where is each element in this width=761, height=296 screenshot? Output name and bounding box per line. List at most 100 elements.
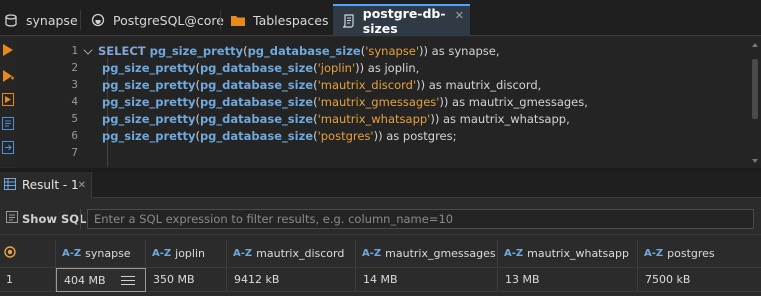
column-header-mautrix-discord[interactable]: A-Z mautrix_discord xyxy=(227,240,356,268)
column-header-label: postgres xyxy=(667,247,715,260)
code-token: pg_size_pretty xyxy=(98,78,196,92)
code-token: pg_size_pretty xyxy=(98,112,196,126)
results-filter-bar: Show SQL Enter a SQL expression to filte… xyxy=(0,203,761,235)
line-number: 3 xyxy=(71,78,78,91)
column-header-label: joplin xyxy=(175,247,205,260)
execute-statement-icon[interactable] xyxy=(2,43,14,56)
code-line: pg_size_pretty(pg_database_size('mautrix… xyxy=(98,77,541,94)
row-number[interactable]: 1 xyxy=(0,268,56,292)
filter-input[interactable]: Enter a SQL expression to filter results… xyxy=(87,209,754,229)
show-sql-button[interactable]: Show SQL xyxy=(6,211,86,226)
code-token: pg_database_size xyxy=(199,78,314,92)
tab-label: Result - 1 xyxy=(22,178,79,192)
text-type-icon: A-Z xyxy=(233,248,253,259)
column-header-mautrix-whatsapp[interactable]: A-Z mautrix_whatsapp xyxy=(498,240,638,268)
code-token: )) as mautrix_discord, xyxy=(416,78,542,92)
tab-synapse[interactable]: synapse xyxy=(4,4,78,36)
execute-in-new-tab-icon[interactable] xyxy=(2,69,14,82)
database-icon xyxy=(4,13,18,27)
folder-icon xyxy=(231,13,245,27)
execute-script-icon[interactable] xyxy=(2,93,14,106)
close-icon[interactable]: ✕ xyxy=(455,9,464,22)
code-token: )) as synapse, xyxy=(419,44,500,58)
column-header-joplin[interactable]: A-Z joplin xyxy=(146,240,227,268)
text-type-icon: A-Z xyxy=(504,248,524,259)
code-token: pg_size_pretty xyxy=(98,95,196,109)
table-cell[interactable]: 14 MB xyxy=(356,268,498,292)
code-token: )) as joplin, xyxy=(355,61,420,75)
plug-icon xyxy=(91,13,105,27)
tab-result-1[interactable]: Result - 1 ✕ xyxy=(0,172,92,198)
fold-chevron-icon[interactable] xyxy=(83,45,93,55)
text-type-icon: A-Z xyxy=(362,248,382,259)
text-type-icon: A-Z xyxy=(62,248,82,259)
results-grid: A-Z synapse A-Z joplin A-Z mautrix_disco… xyxy=(0,240,761,296)
code-token: 'mautrix_discord' xyxy=(317,78,417,92)
code-token: )) as mautrix_gmessages, xyxy=(439,95,588,109)
table-cell[interactable]: 350 MB xyxy=(146,268,227,292)
code-line: pg_size_pretty(pg_database_size('postgre… xyxy=(98,128,457,145)
row-select-icon[interactable] xyxy=(4,246,16,261)
column-header-postgres[interactable]: A-Z postgres xyxy=(638,240,761,268)
tab-label: PostgreSQL@core xyxy=(113,12,224,28)
code-token: pg_database_size xyxy=(199,95,314,109)
column-header-label: synapse xyxy=(85,247,131,260)
text-type-icon: A-Z xyxy=(152,248,172,259)
code-token: pg_database_size xyxy=(199,129,314,143)
explain-plan-icon[interactable] xyxy=(2,117,14,130)
code-line: pg_size_pretty(pg_database_size('mautrix… xyxy=(98,94,588,111)
tab-postgre-db-sizes[interactable]: postgre-db-sizes ✕ xyxy=(333,4,470,36)
code-token: )) as mautrix_whatsapp, xyxy=(430,112,570,126)
column-header-label: mautrix_discord xyxy=(256,247,345,260)
tab-label: Tablespaces xyxy=(253,12,329,28)
line-number: 7 xyxy=(71,146,78,159)
column-header-label: mautrix_whatsapp xyxy=(527,247,629,260)
tab-postgresql-core[interactable]: PostgreSQL@core xyxy=(91,4,224,36)
tab-tablespaces[interactable]: Tablespaces xyxy=(231,4,331,36)
show-sql-label: Show SQL xyxy=(22,211,87,226)
code-token: )) as postgres; xyxy=(373,129,457,143)
code-line: SELECT pg_size_pretty(pg_database_size('… xyxy=(98,43,500,60)
sql-editor[interactable]: 1 2 3 4 5 6 7 SELECT pg_size_pretty(pg_d… xyxy=(16,37,761,168)
table-cell[interactable]: 7500 kB xyxy=(638,268,761,292)
code-line: pg_size_pretty(pg_database_size('mautrix… xyxy=(98,111,570,128)
column-header-mautrix-gmessages[interactable]: A-Z mautrix_gmessages xyxy=(356,240,498,268)
script-icon xyxy=(342,14,355,28)
line-number: 1 xyxy=(71,44,78,57)
sql-icon xyxy=(6,211,18,226)
table-cell[interactable]: 13 MB xyxy=(498,268,638,292)
code-token: pg_database_size xyxy=(247,44,361,58)
code-line: pg_size_pretty(pg_database_size('joplin'… xyxy=(98,60,419,77)
code-token: pg_size_pretty xyxy=(98,129,196,143)
editor-toolbar xyxy=(0,37,16,167)
tab-divider xyxy=(220,10,221,30)
export-icon[interactable] xyxy=(2,141,14,154)
line-number: 5 xyxy=(71,112,78,125)
close-icon[interactable]: ✕ xyxy=(78,180,86,191)
toolbar-divider xyxy=(80,209,81,229)
line-number: 4 xyxy=(71,95,78,108)
editor-tab-bar: synapse PostgreSQL@core Tablespaces post… xyxy=(0,0,761,36)
column-header-synapse[interactable]: A-Z synapse xyxy=(56,240,146,268)
code-token: pg_database_size xyxy=(199,112,314,126)
code-token: pg_database_size xyxy=(199,61,314,75)
column-header-label: mautrix_gmessages xyxy=(385,247,496,260)
code-token: 'joplin' xyxy=(317,61,356,75)
code-token: pg_size_pretty xyxy=(98,61,196,75)
editor-scrollbar[interactable] xyxy=(751,37,759,168)
line-number-gutter: 1 2 3 4 5 6 7 xyxy=(36,37,94,168)
grid-corner[interactable] xyxy=(0,240,56,268)
table-cell[interactable]: 9412 kB xyxy=(227,268,356,292)
text-type-icon: A-Z xyxy=(644,248,664,259)
tab-divider xyxy=(80,10,81,30)
code-token: 'postgres' xyxy=(317,129,374,143)
code-token: pg_size_pretty xyxy=(149,44,244,58)
table-cell[interactable]: 404 MB xyxy=(56,268,146,292)
results-tab-bar: Result - 1 ✕ xyxy=(0,172,761,198)
code-token: SELECT xyxy=(98,44,150,58)
code-token: 'mautrix_gmessages' xyxy=(317,95,440,109)
code-token: 'mautrix_whatsapp' xyxy=(317,112,431,126)
grid-icon xyxy=(4,177,16,193)
cell-menu-icon[interactable] xyxy=(121,276,135,285)
line-number: 6 xyxy=(71,129,78,142)
